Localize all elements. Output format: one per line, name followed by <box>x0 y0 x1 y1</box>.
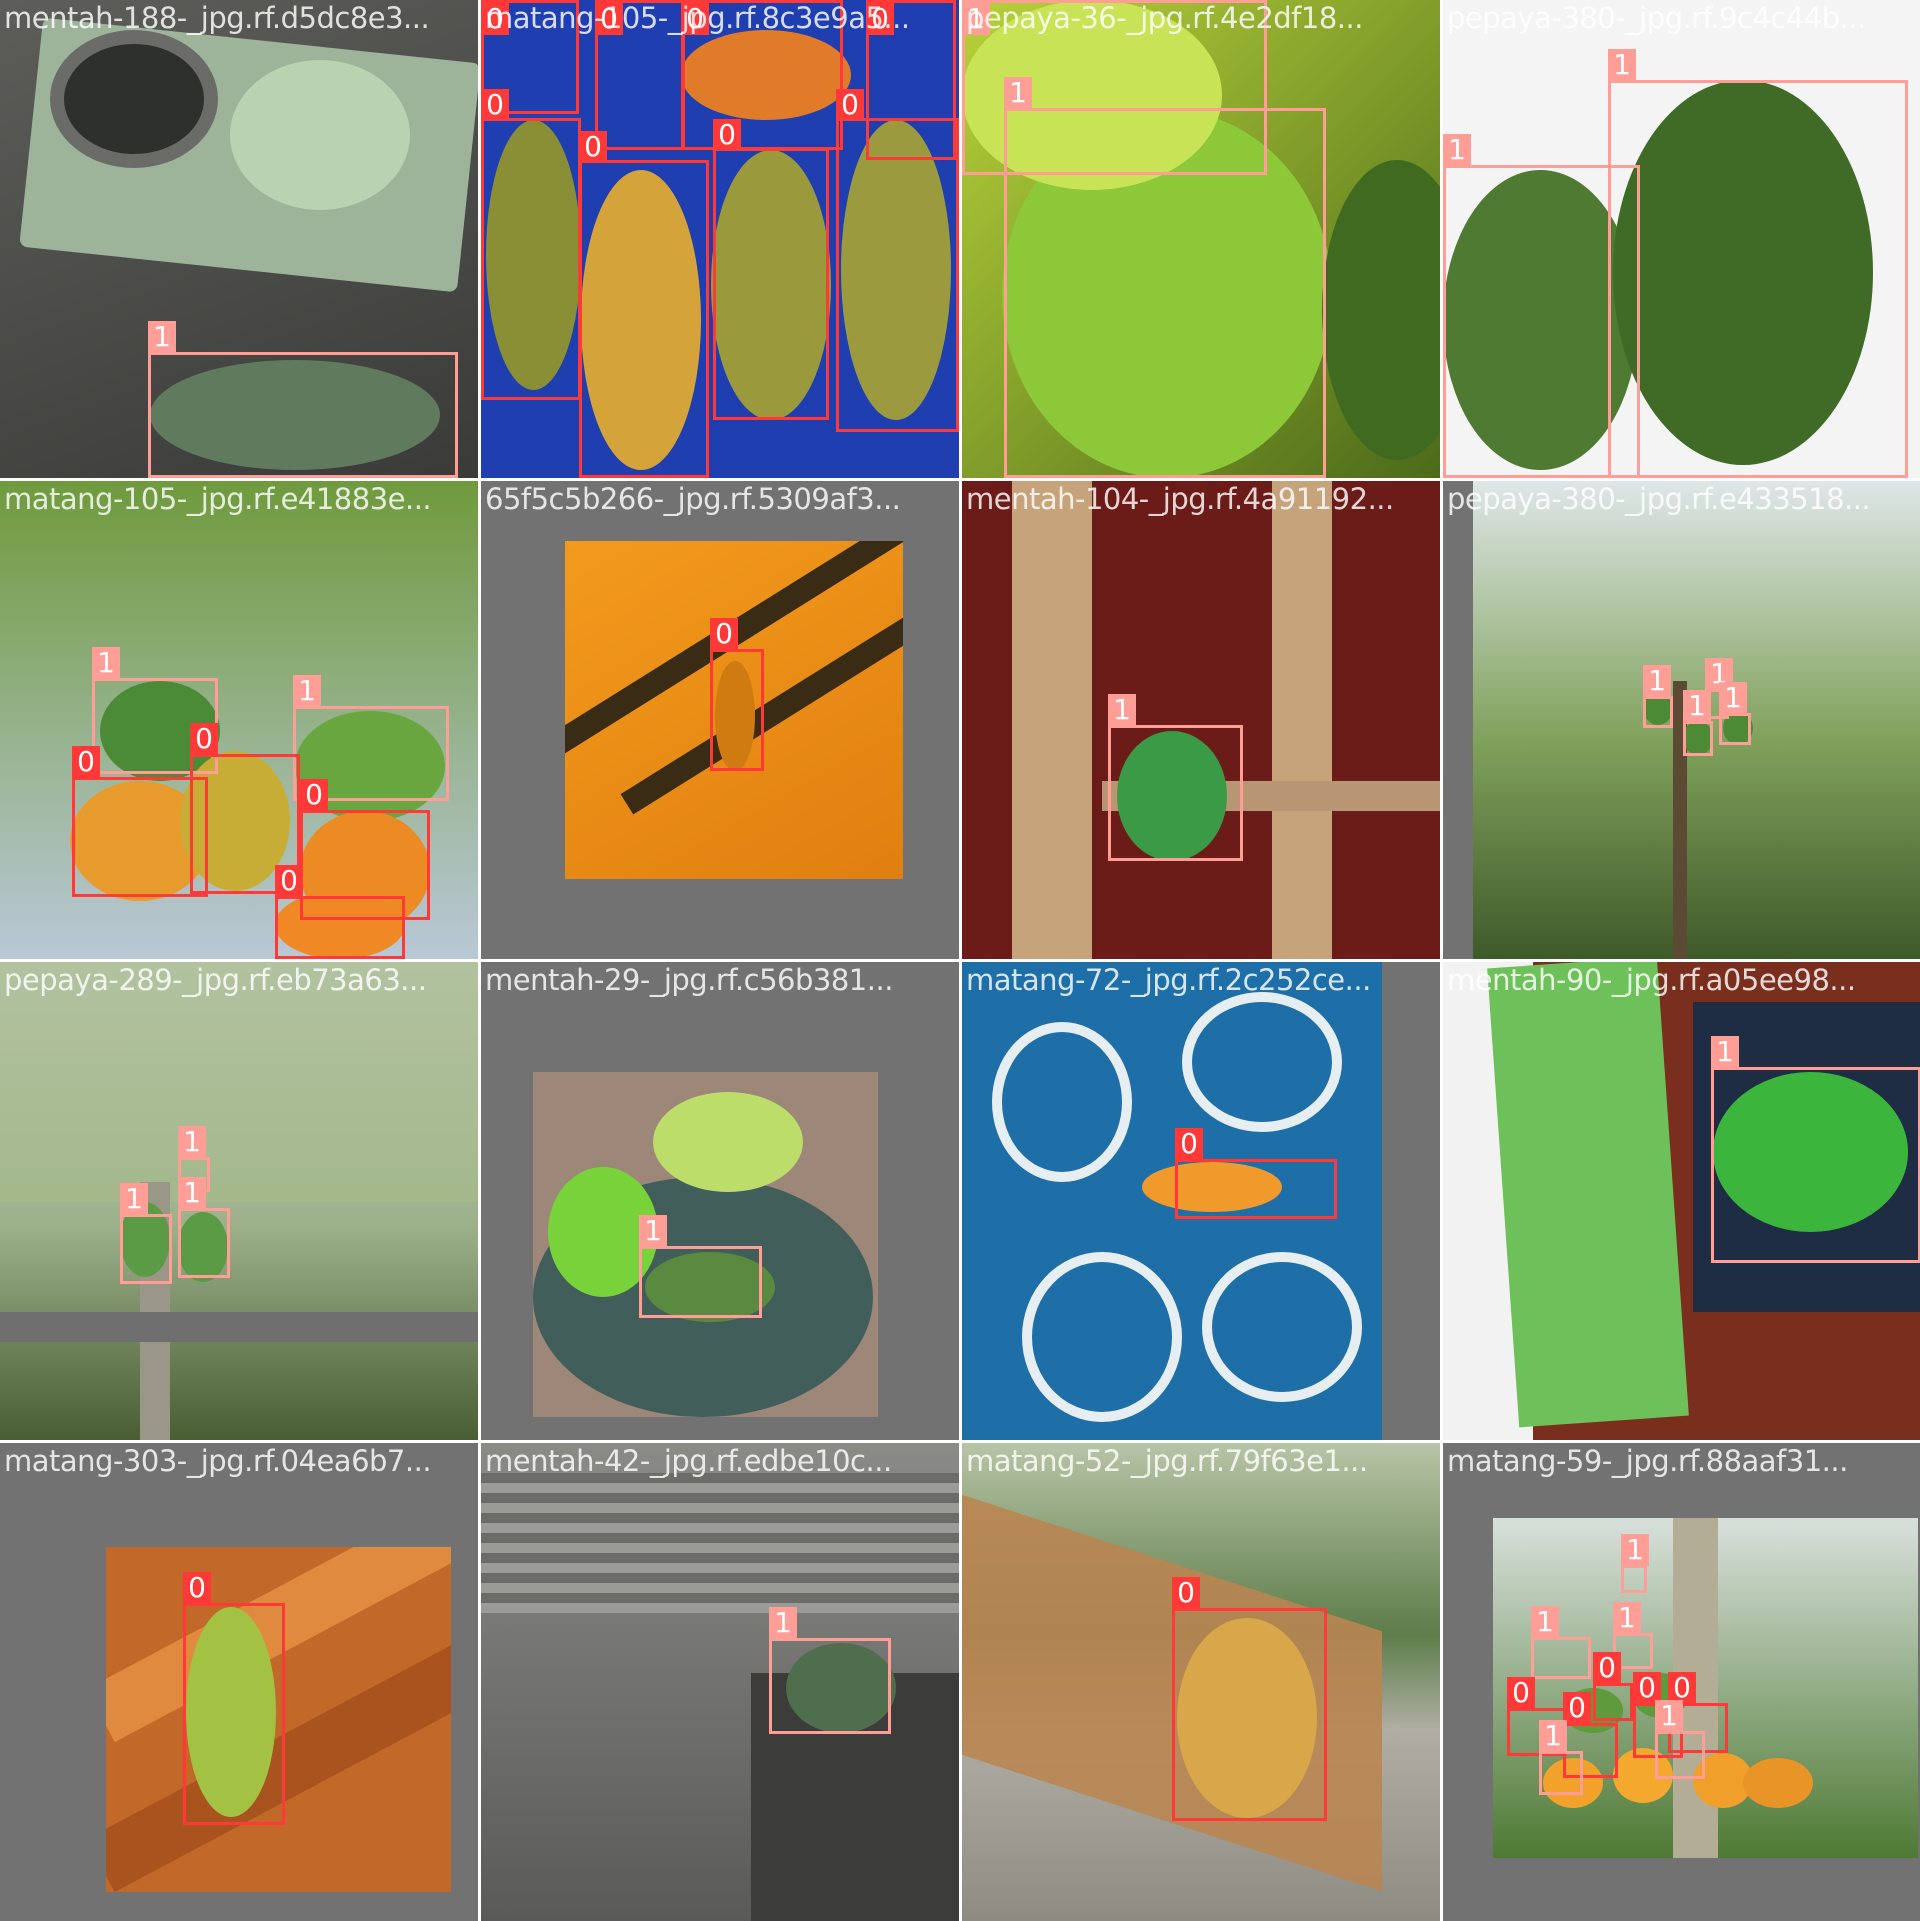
detection-box: 1 <box>1643 665 1673 728</box>
tile-filename: matang-72-_jpg.rf.2c252ce... <box>966 963 1371 997</box>
tile-filename: mentah-29-_jpg.rf.c56b381... <box>485 963 893 997</box>
tile-filename: mentah-90-_jpg.rf.a05ee98... <box>1447 963 1856 997</box>
box-class-label: 0 <box>1563 1692 1591 1724</box>
detection-box: 1 <box>639 1215 762 1318</box>
detection-box: 1 <box>120 1183 172 1284</box>
box-class-label: 1 <box>92 647 120 679</box>
box-class-label: 1 <box>1613 1602 1641 1634</box>
box-class-label: 1 <box>1711 1036 1739 1068</box>
box-class-label: 0 <box>713 119 741 151</box>
tile-filename: pepaya-380-_jpg.rf.9c4c44b... <box>1447 1 1866 35</box>
box-class-label: 0 <box>710 618 738 650</box>
box-class-label: 0 <box>1507 1677 1535 1709</box>
mosaic-tile: 1 1 1 1 pepaya-380-_jpg.rf.e433518... <box>1443 481 1920 959</box>
tile-filename: matang-105-_jpg.rf.e41883e... <box>4 482 432 516</box>
mosaic-grid: 1 mentah-188-_jpg.rf.d5dc8e3... 0 0 0 0 … <box>0 0 1920 1921</box>
box-class-label: 0 <box>1593 1652 1621 1684</box>
detection-box: 1 <box>769 1607 891 1734</box>
detection-box: 1 <box>1004 77 1326 478</box>
box-class-label: 1 <box>148 321 176 353</box>
detection-box: 0 <box>836 89 959 432</box>
detection-box: 0 <box>481 89 581 400</box>
tile-filename: pepaya-380-_jpg.rf.e433518... <box>1447 482 1871 516</box>
mosaic-tile: 1 1 1 pepaya-289-_jpg.rf.eb73a63... <box>0 962 478 1440</box>
mosaic-tile: 1 mentah-42-_jpg.rf.edbe10c... <box>481 1443 959 1921</box>
box-class-label: 1 <box>1655 1700 1683 1732</box>
tile-filename: mentah-188-_jpg.rf.d5dc8e3... <box>4 1 430 35</box>
box-class-label: 1 <box>120 1183 148 1215</box>
detection-box: 0 <box>1172 1577 1327 1821</box>
mosaic-tile: 1 1 1 0 0 0 0 0 1 1 matang-59-_jpg.rf.88… <box>1443 1443 1920 1921</box>
mosaic-tile: 0 matang-52-_jpg.rf.79f63e1... <box>962 1443 1440 1921</box>
detection-box: 1 <box>1531 1606 1591 1679</box>
tile-photo <box>0 962 478 1440</box>
detection-box: 1 <box>1621 1534 1649 1593</box>
box-class-label: 1 <box>1621 1534 1649 1566</box>
tile-filename: 65f5c5b266-_jpg.rf.5309af3... <box>485 482 901 516</box>
box-class-label: 1 <box>1443 134 1471 166</box>
detection-box: 1 <box>1108 694 1243 861</box>
box-class-label: 1 <box>769 1607 797 1639</box>
box-class-label: 0 <box>190 723 218 755</box>
tile-filename: mentah-104-_jpg.rf.4a91192... <box>966 482 1394 516</box>
detection-box: 1 <box>178 1177 230 1278</box>
box-class-label: 1 <box>1719 682 1747 714</box>
box-class-label: 0 <box>183 1572 211 1604</box>
mosaic-tile: 0 matang-303-_jpg.rf.04ea6b7... <box>0 1443 478 1921</box>
detection-box: 1 <box>1608 49 1908 478</box>
box-class-label: 0 <box>579 131 607 163</box>
mosaic-tile: 1 1 pepaya-36-_jpg.rf.4e2df18... <box>962 0 1440 478</box>
box-class-label: 1 <box>1531 1606 1559 1638</box>
box-class-label: 0 <box>1172 1577 1200 1609</box>
mosaic-tile: 1 mentah-188-_jpg.rf.d5dc8e3... <box>0 0 478 478</box>
mosaic-tile: 0 65f5c5b266-_jpg.rf.5309af3... <box>481 481 959 959</box>
box-class-label: 0 <box>836 89 864 121</box>
box-class-label: 0 <box>72 746 100 778</box>
box-class-label: 0 <box>481 89 509 121</box>
tile-photo <box>1493 1518 1918 1858</box>
detection-box: 0 <box>1175 1128 1337 1219</box>
detection-box: 0 <box>72 746 208 897</box>
detection-box: 0 <box>713 119 829 420</box>
detection-box: 0 <box>1593 1652 1633 1721</box>
box-class-label: 1 <box>178 1177 206 1209</box>
box-class-label: 1 <box>1643 665 1671 697</box>
tile-filename: matang-52-_jpg.rf.79f63e1... <box>966 1444 1368 1478</box>
mosaic-tile: 1 1 pepaya-380-_jpg.rf.9c4c44b... <box>1443 0 1920 478</box>
detection-box: 1 <box>1539 1720 1583 1795</box>
tile-filename: matang-59-_jpg.rf.88aaf31... <box>1447 1444 1848 1478</box>
box-class-label: 1 <box>1608 49 1636 81</box>
detection-box: 1 <box>1711 1036 1920 1263</box>
box-class-label: 0 <box>300 779 328 811</box>
box-class-label: 1 <box>178 1126 206 1158</box>
box-class-label: 0 <box>275 865 303 897</box>
mosaic-tile: 0 0 0 0 0 0 0 0 matang-105-_jpg.rf.8c3e9… <box>481 0 959 478</box>
detection-box: 0 <box>579 131 709 478</box>
tile-filename: pepaya-36-_jpg.rf.4e2df18... <box>966 1 1363 35</box>
mosaic-tile: 1 mentah-90-_jpg.rf.a05ee98... <box>1443 962 1920 1440</box>
box-class-label: 1 <box>1004 77 1032 109</box>
box-class-label: 0 <box>1175 1128 1203 1160</box>
tile-filename: matang-105-_jpg.rf.8c3e9a5... <box>485 1 910 35</box>
mosaic-tile: 0 matang-72-_jpg.rf.2c252ce... <box>962 962 1440 1440</box>
detection-box: 0 <box>275 865 405 959</box>
tile-photo <box>962 481 1440 959</box>
box-class-label: 1 <box>1108 694 1136 726</box>
tile-filename: pepaya-289-_jpg.rf.eb73a63... <box>4 963 427 997</box>
tile-photo <box>533 1072 878 1417</box>
box-class-label: 1 <box>293 675 321 707</box>
tile-filename: mentah-42-_jpg.rf.edbe10c... <box>485 1444 892 1478</box>
detection-box: 1 <box>1655 1700 1705 1779</box>
mosaic-tile: 1 mentah-104-_jpg.rf.4a91192... <box>962 481 1440 959</box>
detection-box: 0 <box>710 618 764 771</box>
detection-box: 1 <box>1719 682 1751 745</box>
detection-box: 1 <box>148 321 458 478</box>
box-class-label: 1 <box>639 1215 667 1247</box>
detection-box: 0 <box>183 1572 285 1825</box>
mosaic-tile: 1 1 0 0 0 0 matang-105-_jpg.rf.e41883e..… <box>0 481 478 959</box>
box-class-label: 1 <box>1539 1720 1567 1752</box>
mosaic-tile: 1 mentah-29-_jpg.rf.c56b381... <box>481 962 959 1440</box>
detection-box: 1 <box>1683 690 1713 756</box>
tile-filename: matang-303-_jpg.rf.04ea6b7... <box>4 1444 432 1478</box>
